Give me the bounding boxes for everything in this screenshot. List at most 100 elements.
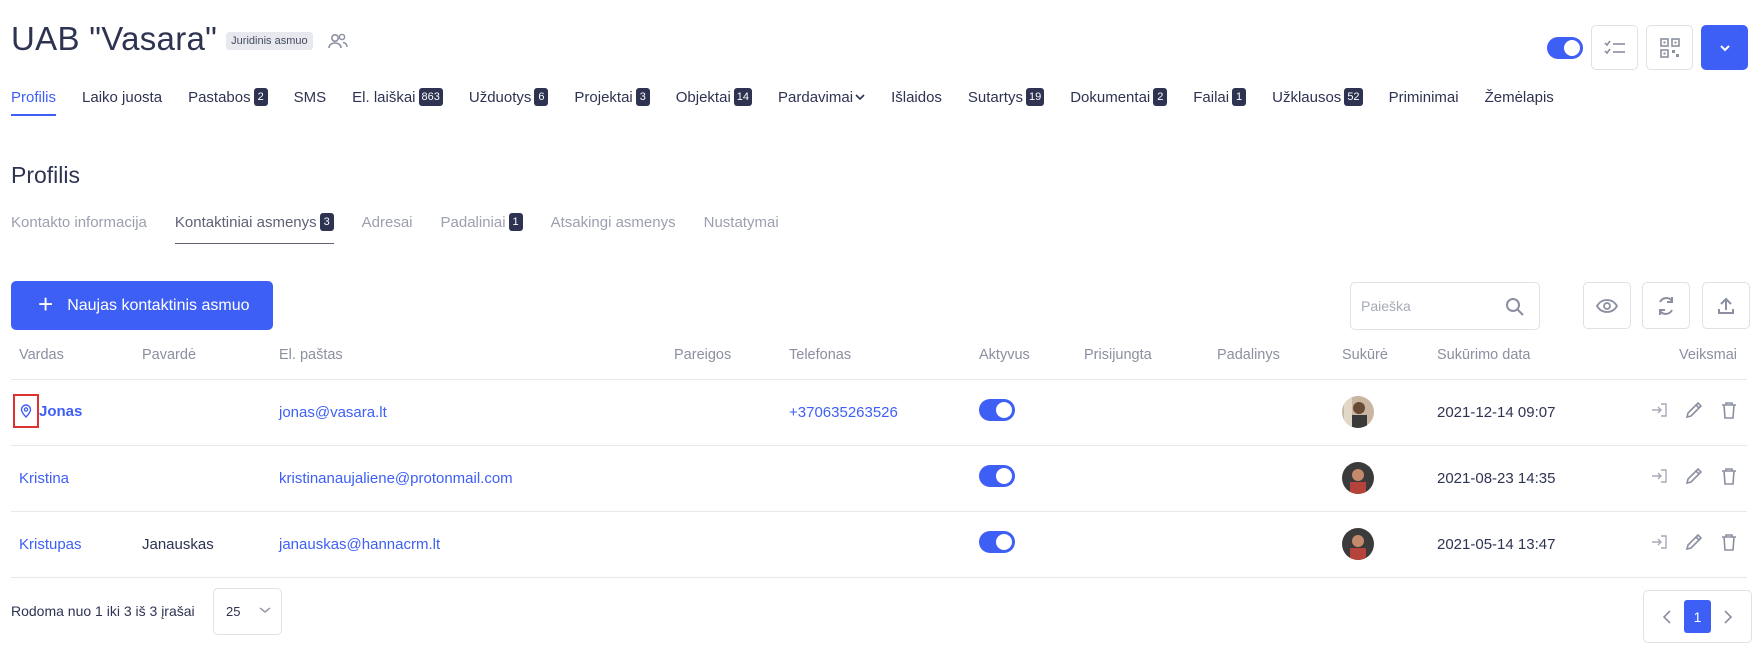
active-toggle[interactable] [979,531,1015,553]
chevron-left-icon[interactable] [1662,609,1672,624]
subtab-kontakto-informacija[interactable]: Kontakto informacija [11,213,147,242]
chevron-down-icon [1719,44,1730,51]
people-icon[interactable] [327,32,349,50]
login-as-icon[interactable] [1651,403,1667,421]
search-input[interactable] [1361,298,1501,314]
qr-code-button[interactable] [1646,25,1693,70]
tab-dokumentai[interactable]: Dokumentai 2 [1070,88,1168,114]
pagination: 1 [1643,590,1752,643]
header-toggle[interactable] [1547,36,1583,59]
column-header[interactable]: Aktyvus [971,344,1076,380]
edit-icon[interactable] [1685,467,1703,489]
unit [1209,379,1334,446]
checklist-button[interactable] [1591,25,1638,70]
tab-laiko-juosta[interactable]: Laiko juosta [82,88,162,114]
avatar[interactable] [1342,528,1374,560]
logged-in [1076,511,1209,578]
tab-el-laiskai[interactable]: El. laiškai 863 [352,88,443,114]
column-header[interactable]: Sukūrė [1334,344,1429,380]
email-link[interactable]: kristinanaujaliene@protonmail.com [271,445,666,512]
section-title: Profilis [11,162,81,188]
column-header[interactable]: El. paštas [271,344,666,380]
page-size-value: 25 [226,604,241,619]
edit-icon[interactable] [1685,533,1703,555]
chevron-right-icon[interactable] [1723,609,1733,624]
count-badge: 19 [1025,88,1045,106]
column-header[interactable]: Pavardė [134,344,271,380]
tab-zemelapis[interactable]: Žemėlapis [1485,88,1554,114]
column-header[interactable]: Telefonas [781,344,971,380]
subtab-padaliniai[interactable]: Padaliniai 1 [441,213,523,242]
tab-uzduotys[interactable]: Užduotys 6 [469,88,549,114]
delete-icon[interactable] [1721,401,1737,423]
active-toggle[interactable] [979,465,1015,487]
tab-profilis[interactable]: Profilis [11,88,57,116]
refresh-button[interactable] [1642,282,1690,329]
first-name-link[interactable]: Kristina [19,470,69,487]
column-header[interactable]: Vardas [11,344,134,380]
tab-sms[interactable]: SMS [294,88,327,114]
login-as-icon[interactable] [1651,535,1667,553]
column-visibility-button[interactable] [1583,282,1631,329]
count-badge: 3 [319,213,334,231]
tab-pastabos[interactable]: Pastabos 2 [188,88,268,114]
search-box [1350,282,1540,330]
chevron-down-icon [259,607,271,613]
chevron-down-icon [855,94,865,101]
email-link[interactable]: jonas@vasara.lt [271,379,666,446]
last-name [134,445,271,512]
subtab-adresai[interactable]: Adresai [362,213,413,242]
tab-sutartys[interactable]: Sutartys 19 [968,88,1045,114]
column-header[interactable]: Pareigos [666,344,781,380]
first-name-link[interactable]: Jonas [39,403,82,420]
delete-icon[interactable] [1721,467,1737,489]
delete-icon[interactable] [1721,533,1737,555]
avatar[interactable] [1342,462,1374,494]
first-name-link[interactable]: Kristupas [19,536,82,553]
login-as-icon[interactable] [1651,469,1667,487]
more-dropdown-button[interactable] [1701,25,1748,70]
count-badge: 1 [508,213,523,231]
search-icon[interactable] [1505,297,1525,317]
edit-icon[interactable] [1685,401,1703,423]
phone-link[interactable] [781,445,971,512]
tab-pardavimai[interactable]: Pardavimai [778,88,865,114]
pagination-info: Rodoma nuo 1 iki 3 iš 3 įrašai [11,603,195,619]
email-link[interactable]: janauskas@hannacrm.lt [271,511,666,578]
map-pin-icon [20,404,32,418]
avatar[interactable] [1342,396,1374,428]
column-header[interactable]: Padalinys [1209,344,1334,380]
checklist-icon [1603,40,1625,54]
table-row: Kristupas Janauskas janauskas@hannacrm.l… [11,511,1747,578]
created-date: 2021-05-14 13:47 [1429,511,1609,578]
subtab-nustatymai[interactable]: Nustatymai [704,213,779,242]
column-header[interactable]: Sukūrimo data [1429,344,1609,380]
count-badge: 1 [1232,88,1247,106]
phone-link[interactable]: +370635263526 [781,379,971,446]
phone-link[interactable] [781,511,971,578]
plus-icon: + [38,288,54,319]
table-header-row: Vardas Pavardė El. paštas Pareigos Telef… [11,344,1747,380]
count-badge: 863 [418,88,443,106]
main-tabs: Profilis Laiko juosta Pastabos 2 SMS El. … [11,88,1580,116]
tab-islaidos[interactable]: Išlaidos [891,88,942,114]
tab-objektai[interactable]: Objektai 14 [676,88,753,114]
tab-failai[interactable]: Failai 1 [1193,88,1247,114]
column-header[interactable]: Prisijungta [1076,344,1209,380]
count-badge: 52 [1344,88,1363,106]
sub-tabs: Kontakto informacija Kontaktiniai asmeny… [11,213,807,244]
new-contact-button[interactable]: + Naujas kontaktinis asmuo [11,281,273,330]
tab-priminimai[interactable]: Priminimai [1389,88,1459,114]
page-button[interactable]: 1 [1684,600,1711,633]
position [666,511,781,578]
subtab-kontaktiniai-asmenys[interactable]: Kontaktiniai asmenys 3 [174,213,334,244]
table-row: Jonas jonas@vasara.lt +370635263526 2021… [11,379,1747,446]
subtab-atsakingi-asmenys[interactable]: Atsakingi asmenys [551,213,676,242]
page-size-select[interactable]: 25 [213,588,282,635]
tab-uzklausos[interactable]: Užklausos 52 [1272,88,1363,114]
tab-projektai[interactable]: Projektai 3 [574,88,650,114]
count-badge: 14 [733,88,753,106]
active-toggle[interactable] [979,399,1015,421]
export-button[interactable] [1702,282,1750,329]
upload-icon [1718,297,1734,314]
